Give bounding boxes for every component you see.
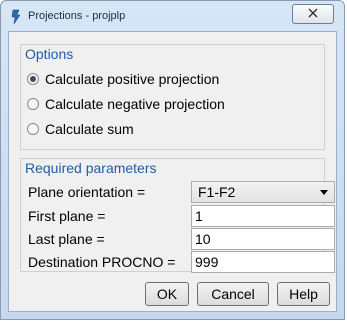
title-bar[interactable]: Projections - projplp (1, 1, 344, 31)
last-plane-label: Last plane = (28, 231, 105, 247)
radio-sum-label: Calculate sum (45, 121, 134, 137)
options-group: Options Calculate positive projection Ca… (20, 44, 325, 150)
radio-indicator (27, 98, 39, 110)
chevron-down-icon (320, 190, 328, 195)
destination-procno-input[interactable]: 999 (191, 251, 335, 273)
window-title: Projections - projplp (28, 10, 126, 22)
last-plane-input[interactable]: 10 (191, 228, 335, 250)
radio-positive-projection[interactable]: Calculate positive projection (27, 70, 219, 88)
ok-button[interactable]: OK (145, 282, 189, 306)
dialog-window: Projections - projplp Options Calculate … (0, 0, 345, 320)
radio-negative-projection[interactable]: Calculate negative projection (27, 95, 225, 113)
help-button[interactable]: Help (277, 282, 330, 306)
required-parameters-group: Required parameters Plane orientation = … (20, 158, 335, 273)
app-icon (9, 9, 23, 25)
close-icon (308, 5, 318, 23)
plane-orientation-select[interactable]: F1-F2 (191, 181, 335, 203)
close-button[interactable] (292, 4, 334, 24)
first-plane-label: First plane = (28, 208, 106, 224)
radio-sum[interactable]: Calculate sum (27, 120, 134, 138)
first-plane-input[interactable]: 1 (191, 205, 335, 227)
radio-negative-label: Calculate negative projection (45, 96, 225, 112)
radio-positive-label: Calculate positive projection (45, 71, 220, 87)
required-parameters-title: Required parameters (25, 160, 157, 176)
radio-indicator (27, 123, 39, 135)
options-group-title: Options (25, 46, 74, 62)
dialog-client: Options Calculate positive projection Ca… (8, 31, 337, 312)
destination-procno-label: Destination PROCNO = (28, 254, 176, 270)
cancel-button[interactable]: Cancel (197, 282, 269, 306)
plane-orientation-value: F1-F2 (198, 184, 236, 200)
plane-orientation-label: Plane orientation = (28, 184, 146, 200)
radio-selected-indicator (27, 73, 39, 85)
